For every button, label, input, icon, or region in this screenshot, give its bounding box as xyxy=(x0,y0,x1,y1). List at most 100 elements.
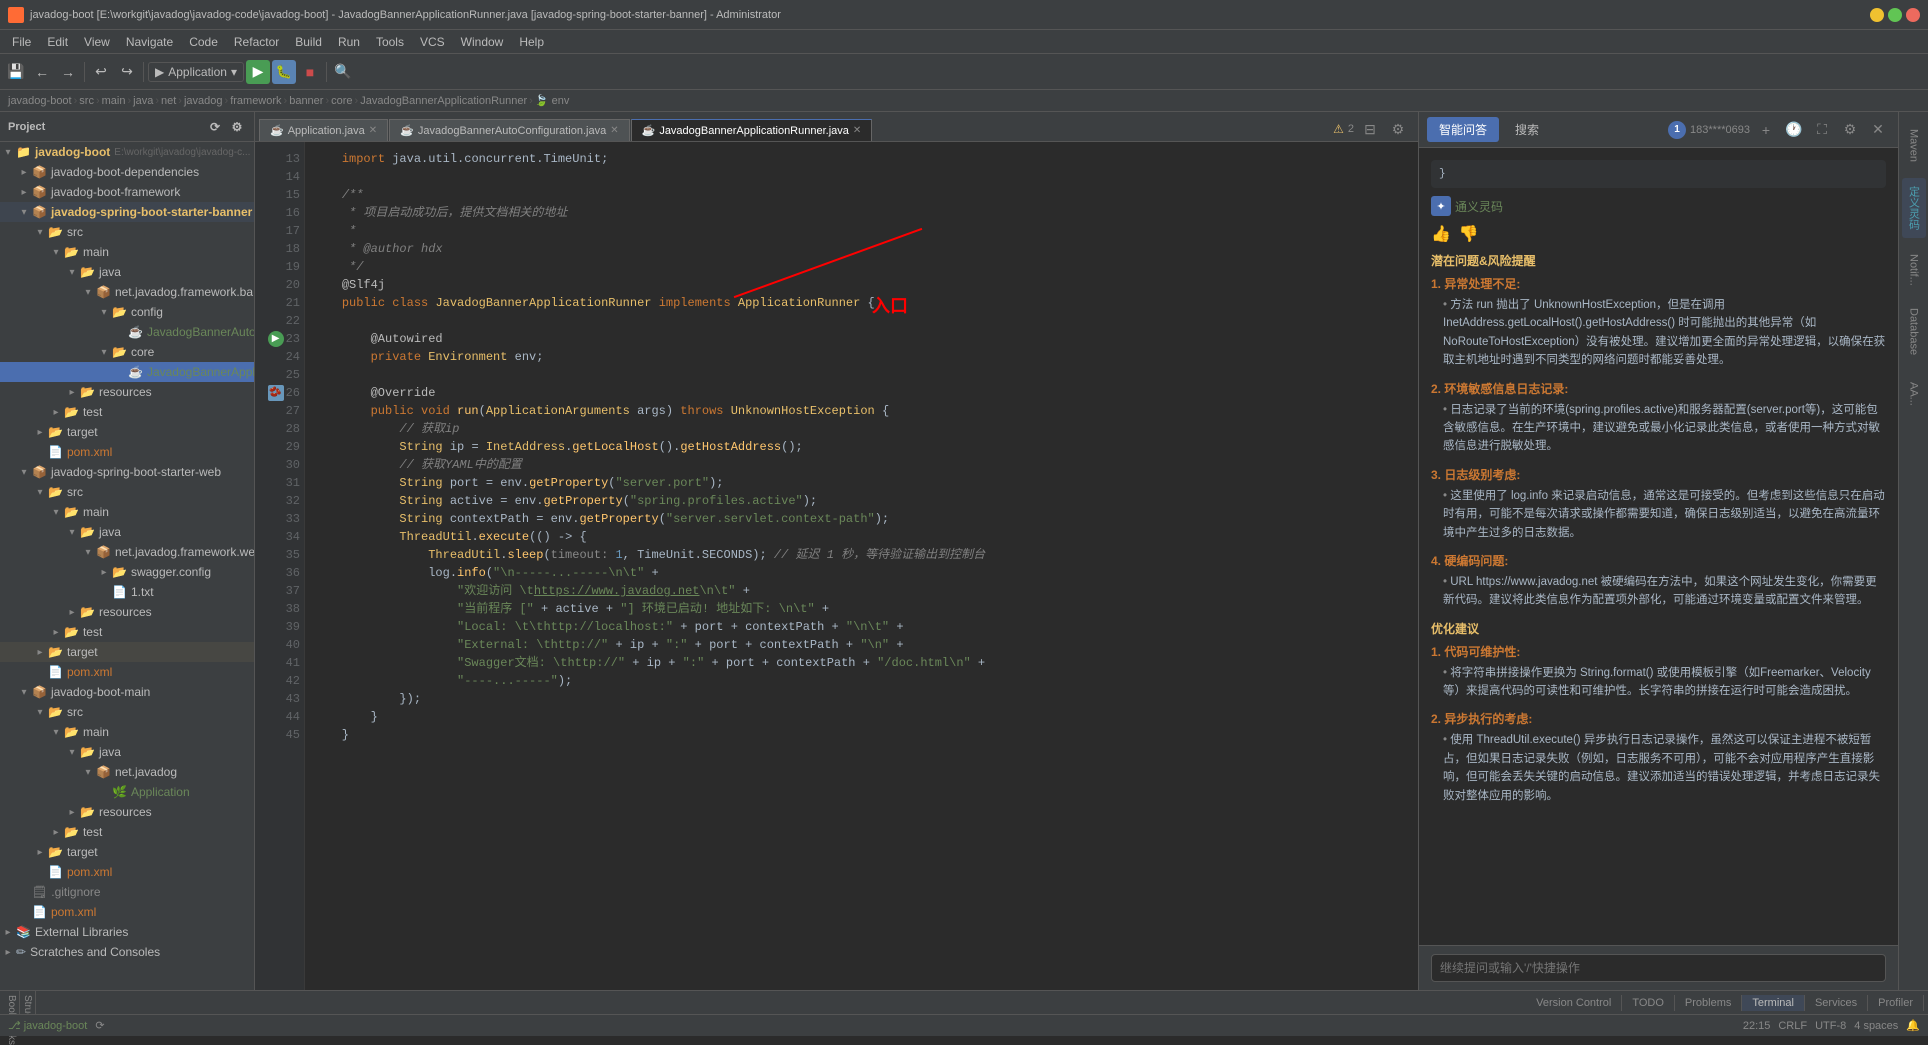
status-position[interactable]: 22:15 xyxy=(1743,1020,1771,1032)
toolbar-redo[interactable]: ↪ xyxy=(115,60,139,84)
run-button[interactable]: ▶ xyxy=(246,60,270,84)
tab-application[interactable]: ☕ Application.java ✕ xyxy=(259,119,388,141)
menu-help[interactable]: Help xyxy=(511,33,552,51)
tree-item-java[interactable]: ▾ 📂 java xyxy=(0,262,254,282)
breadcrumb-item-9[interactable]: core xyxy=(331,95,352,107)
like-button[interactable]: 👍 xyxy=(1431,224,1451,244)
tree-item-web-pkg[interactable]: ▾ 📦 net.javadog.framework.we... xyxy=(0,542,254,562)
tree-item-scratches[interactable]: ▸ ✏ Scratches and Consoles xyxy=(0,942,254,962)
run-gutter-icon[interactable]: ▶ xyxy=(268,331,284,347)
tree-item-web-pom[interactable]: ▸ 📄 pom.xml xyxy=(0,662,254,682)
panel-settings-btn[interactable]: ⚙ xyxy=(1838,118,1862,142)
tree-item-main-pom[interactable]: ▸ 📄 pom.xml xyxy=(0,862,254,882)
menu-file[interactable]: File xyxy=(4,33,39,51)
menu-build[interactable]: Build xyxy=(287,33,330,51)
toolbar-save[interactable]: 💾 xyxy=(4,60,28,84)
tree-item-package[interactable]: ▾ 📦 net.javadog.framework.ba... xyxy=(0,282,254,302)
menu-tools[interactable]: Tools xyxy=(368,33,412,51)
menu-window[interactable]: Window xyxy=(453,33,512,51)
tree-item-test-banner[interactable]: ▸ 📂 test xyxy=(0,402,254,422)
tree-item-root-pom[interactable]: ▸ 📄 pom.xml xyxy=(0,902,254,922)
status-encoding[interactable]: UTF-8 xyxy=(1815,1020,1846,1032)
editor-settings-btn[interactable]: ⚙ xyxy=(1386,117,1410,141)
breadcrumb-item-8[interactable]: banner xyxy=(289,95,323,107)
run-config-selector[interactable]: ▶ Application ▾ xyxy=(148,62,244,82)
maximize-button[interactable] xyxy=(1888,8,1902,22)
tree-item-autoconfiguration[interactable]: ▸ ☕ JavadogBannerAutoC... xyxy=(0,322,254,342)
menu-code[interactable]: Code xyxy=(181,33,226,51)
menu-vcs[interactable]: VCS xyxy=(412,33,453,51)
menu-run[interactable]: Run xyxy=(330,33,368,51)
tree-item-swagger[interactable]: ▸ 📂 swagger.config xyxy=(0,562,254,582)
breadcrumb-item-3[interactable]: main xyxy=(102,95,126,107)
sidebar-settings-btn[interactable]: ⚙ xyxy=(228,118,246,136)
menu-view[interactable]: View xyxy=(76,33,118,51)
tree-item-core[interactable]: ▾ 📂 core xyxy=(0,342,254,362)
tree-item-banner-module[interactable]: ▾ 📦 javadog-spring-boot-starter-banner xyxy=(0,202,254,222)
toolbar-search[interactable]: 🔍 xyxy=(331,60,355,84)
bottom-tab-profiler[interactable]: Profiler xyxy=(1868,995,1924,1011)
tree-item-gitignore[interactable]: ▸ 🗒 .gitignore xyxy=(0,882,254,902)
tab-close-application[interactable]: ✕ xyxy=(369,125,377,136)
close-button[interactable] xyxy=(1906,8,1920,22)
tree-item-1txt[interactable]: ▸ 📄 1.txt xyxy=(0,582,254,602)
tree-item-main-pkg[interactable]: ▾ 📦 net.javadog xyxy=(0,762,254,782)
bottom-tab-services[interactable]: Services xyxy=(1805,995,1868,1011)
bottom-tab-terminal[interactable]: Terminal xyxy=(1742,995,1805,1011)
breadcrumb-item-env[interactable]: 🍃 env xyxy=(535,94,570,107)
status-notifications[interactable]: 🔔 xyxy=(1906,1019,1920,1032)
code-editor[interactable]: 13 14 15 16 17 18 19 20 21 22 ▶ 23 24 25 xyxy=(255,142,1418,990)
panel-add-btn[interactable]: + xyxy=(1754,118,1778,142)
breadcrumb-item-10[interactable]: JavadogBannerApplicationRunner xyxy=(360,95,527,107)
tree-item-main-module[interactable]: ▾ 📦 javadog-boot-main xyxy=(0,682,254,702)
tree-item-javadog-boot[interactable]: ▾ 📁 javadog-boot E:\workgit\javadog\java… xyxy=(0,142,254,162)
toolbar-back[interactable]: ← xyxy=(30,60,54,84)
far-right-ai[interactable]: 定义灵码 xyxy=(1902,178,1926,238)
tab-autoconfiguration[interactable]: ☕ JavadogBannerAutoConfiguration.java ✕ xyxy=(389,119,629,141)
tree-item-main-src[interactable]: ▾ 📂 src xyxy=(0,702,254,722)
debug-button[interactable]: 🐛 xyxy=(272,60,296,84)
breadcrumb-item-1[interactable]: javadog-boot xyxy=(8,95,72,107)
far-right-assistant[interactable]: AA... xyxy=(1902,364,1926,424)
tree-item-framework[interactable]: ▸ 📦 javadog-boot-framework xyxy=(0,182,254,202)
toolbar-undo[interactable]: ↩ xyxy=(89,60,113,84)
minimize-button[interactable] xyxy=(1870,8,1884,22)
tree-item-web-test[interactable]: ▸ 📂 test xyxy=(0,622,254,642)
breadcrumb-item-4[interactable]: java xyxy=(133,95,153,107)
toolbar-stop[interactable]: ■ xyxy=(298,60,322,84)
bottom-tab-todo[interactable]: TODO xyxy=(1622,995,1675,1011)
tree-item-main-test[interactable]: ▸ 📂 test xyxy=(0,822,254,842)
tree-item-main[interactable]: ▾ 📂 main xyxy=(0,242,254,262)
breadcrumb-item-7[interactable]: framework xyxy=(230,95,281,107)
tree-item-web-java[interactable]: ▾ 📂 java xyxy=(0,522,254,542)
dislike-button[interactable]: 👎 xyxy=(1459,224,1479,244)
tree-item-runner[interactable]: ▸ ☕ JavadogBannerAppl... xyxy=(0,362,254,382)
panel-history-btn[interactable]: 🕐 xyxy=(1782,118,1806,142)
far-right-notifications[interactable]: Notif... xyxy=(1902,240,1926,300)
tree-item-web-target[interactable]: ▸ 📂 target xyxy=(0,642,254,662)
menu-refactor[interactable]: Refactor xyxy=(226,33,287,51)
menu-navigate[interactable]: Navigate xyxy=(118,33,181,51)
tree-item-web-main[interactable]: ▾ 📂 main xyxy=(0,502,254,522)
panel-close-btn[interactable]: ✕ xyxy=(1866,118,1890,142)
tree-item-dependencies[interactable]: ▸ 📦 javadog-boot-dependencies xyxy=(0,162,254,182)
tree-item-main-target[interactable]: ▸ 📂 target xyxy=(0,842,254,862)
tree-item-config[interactable]: ▾ 📂 config xyxy=(0,302,254,322)
tree-item-main-java[interactable]: ▾ 📂 java xyxy=(0,742,254,762)
breadcrumb-item-2[interactable]: src xyxy=(79,95,94,107)
panel-tab-qa[interactable]: 智能问答 xyxy=(1427,117,1499,142)
tree-item-application[interactable]: ▸ 🌿 Application xyxy=(0,782,254,802)
tree-item-src[interactable]: ▾ 📂 src xyxy=(0,222,254,242)
status-crlf[interactable]: CRLF xyxy=(1778,1020,1807,1032)
tree-item-web-module[interactable]: ▾ 📦 javadog-spring-boot-starter-web xyxy=(0,462,254,482)
tree-item-external-libraries[interactable]: ▸ 📚 External Libraries xyxy=(0,922,254,942)
far-right-maven[interactable]: Maven xyxy=(1902,116,1926,176)
toolbar-forward[interactable]: → xyxy=(56,60,80,84)
split-editor-btn[interactable]: ⊟ xyxy=(1358,117,1382,141)
ai-input-field[interactable] xyxy=(1431,954,1886,982)
tree-item-web-src[interactable]: ▾ 📂 src xyxy=(0,482,254,502)
panel-tab-search[interactable]: 搜索 xyxy=(1503,117,1551,142)
code-content[interactable]: import java.util.concurrent.TimeUnit; /*… xyxy=(305,142,1418,990)
status-spaces[interactable]: 4 spaces xyxy=(1854,1020,1898,1032)
tree-item-target-banner[interactable]: ▸ 📂 target xyxy=(0,422,254,442)
